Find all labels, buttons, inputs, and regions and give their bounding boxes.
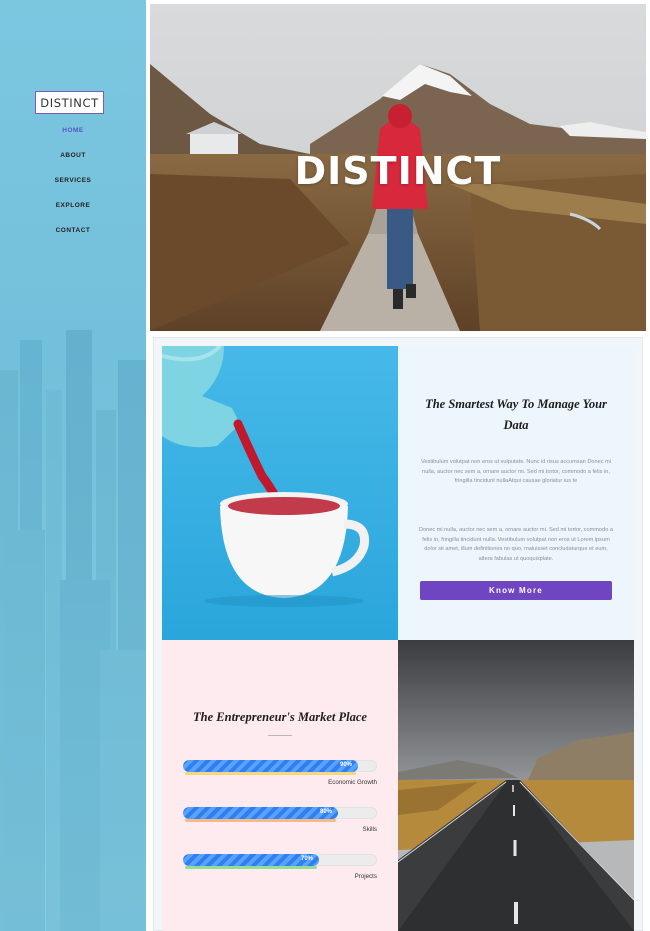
entrepreneur-tile: The Entrepreneur's Market Place 90% Econ…: [162, 640, 398, 931]
know-more-button[interactable]: Know More: [420, 581, 612, 600]
teapot-cup-image: [162, 346, 398, 640]
nav-item-home[interactable]: HOME: [0, 125, 146, 150]
smartest-info-tile: The Smartest Way To Manage Your Data Ves…: [398, 346, 634, 640]
progress-percent: 80%: [319, 809, 332, 815]
nav-item-about[interactable]: ABOUT: [0, 150, 146, 175]
entrepreneur-title: The Entrepreneur's Market Place: [193, 710, 367, 724]
road-landscape-image: [398, 640, 634, 931]
nav-item-services[interactable]: SERVICES: [0, 175, 146, 200]
skill-name: Projects: [354, 873, 377, 880]
hero-title: DISTINCT: [294, 149, 502, 193]
hero-banner: DISTINCT: [150, 4, 646, 331]
skill-bar-projects: 70% Projects: [183, 854, 377, 894]
smartest-paragraph-2: Donec mi nulla, auctor nec sem a, ornare…: [418, 527, 613, 562]
main-nav: HOME ABOUT SERVICES EXPLORE CONTACT: [0, 125, 146, 250]
progress-track: [183, 807, 377, 819]
nav-item-contact[interactable]: CONTACT: [0, 225, 146, 250]
skill-name: Economic Growth: [328, 779, 377, 786]
nav-item-explore[interactable]: EXPLORE: [0, 200, 146, 225]
smartest-title: The Smartest Way To Manage Your Data: [425, 397, 607, 432]
title-divider: [268, 735, 292, 736]
teapot-image-tile: [162, 346, 398, 640]
progress-underline: [185, 866, 317, 869]
sidebar: DISTINCT HOME ABOUT SERVICES EXPLORE CON…: [0, 0, 146, 931]
logo[interactable]: DISTINCT: [35, 91, 104, 114]
progress-track: [183, 854, 377, 866]
progress-percent: 70%: [300, 856, 313, 862]
city-skyline-background: [0, 330, 146, 931]
skill-bar-economic-growth: 90% Economic Growth: [183, 760, 377, 800]
progress-underline: [185, 772, 356, 775]
road-image-tile: [398, 640, 634, 931]
skill-name: Skills: [362, 826, 377, 833]
smartest-paragraph-1: Vestibulum volutpat non eros ut vulputat…: [421, 459, 611, 484]
progress-percent: 90%: [339, 762, 352, 768]
skill-bar-skills: 80% Skills: [183, 807, 377, 847]
progress-underline: [185, 819, 336, 822]
